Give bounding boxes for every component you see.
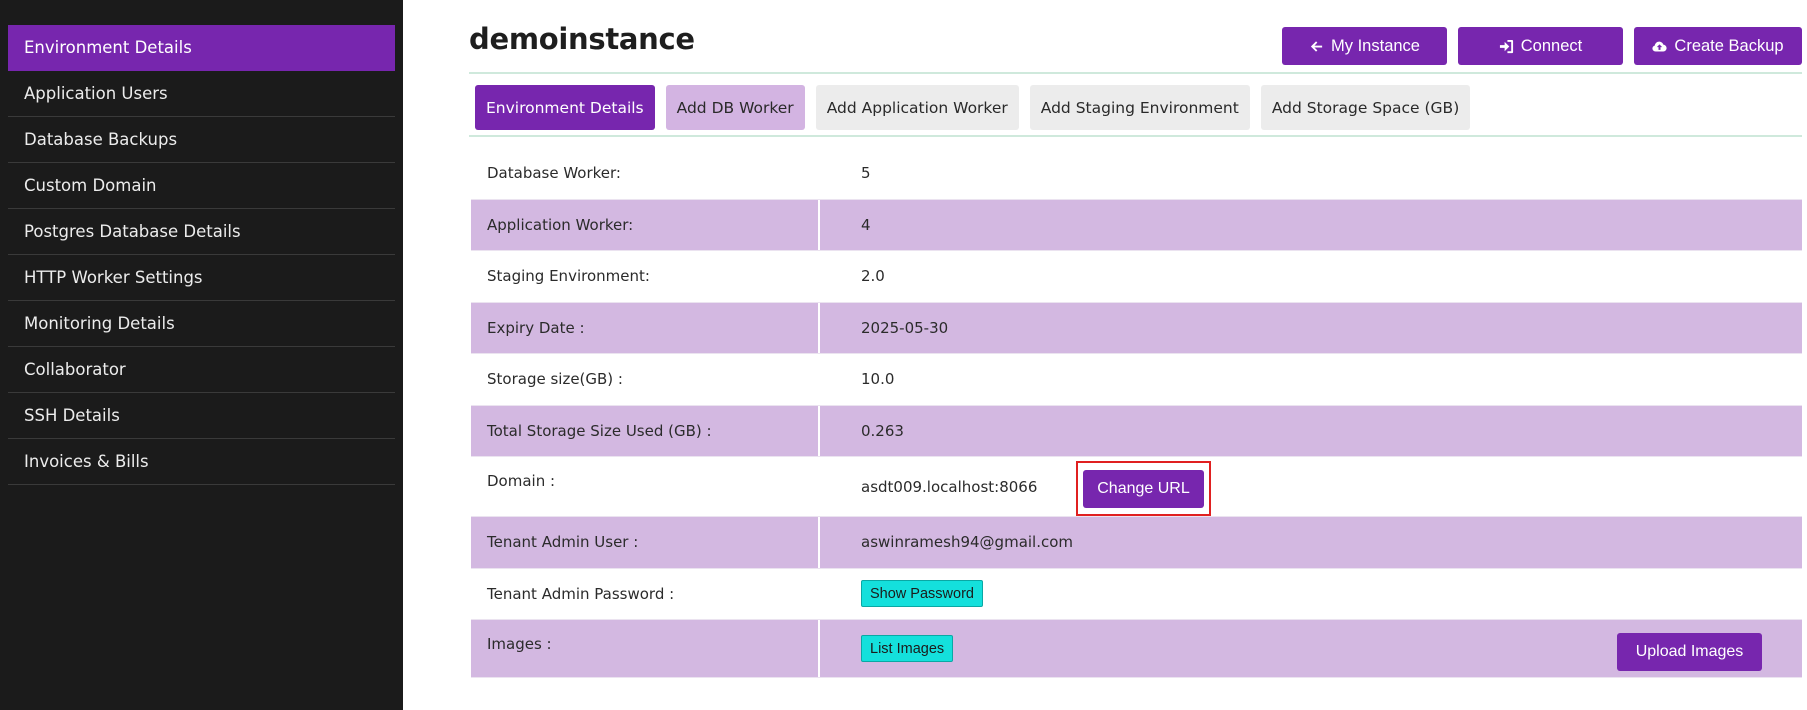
sidebar-item-collaborator[interactable]: Collaborator [8,347,395,393]
show-password-button[interactable]: Show Password [861,580,983,608]
database-worker-value: 5 [861,164,871,183]
table-row: Tenant Admin Password : Show Password [471,569,1802,620]
domain-cell: asdt009.localhost:8066 Change URL [820,457,1802,516]
tab-add-storage-space[interactable]: Add Storage Space (GB) [1260,85,1471,130]
table-row: Staging Environment: 2.0 [471,251,1802,303]
images-cell: List Images Upload Images [820,620,1802,677]
header-actions: My Instance Connect Create Backup [1282,27,1802,65]
database-worker-label: Database Worker: [487,164,621,183]
table-row: Database Worker: 5 [471,148,1802,200]
sidebar-item-invoices-bills[interactable]: Invoices & Bills [8,439,395,485]
sidebar-item-application-users[interactable]: Application Users [8,71,395,117]
application-worker-label: Application Worker: [471,199,820,250]
table-row: Total Storage Size Used (GB) : 0.263 [471,405,1802,457]
expiry-date-label: Expiry Date : [471,302,820,353]
sidebar-item-environment-details[interactable]: Environment Details [8,25,395,71]
create-backup-label: Create Backup [1674,36,1784,55]
table-row: Expiry Date : 2025-05-30 [471,302,1802,354]
tab-add-db-worker[interactable]: Add DB Worker [665,85,805,130]
environment-details-table: Database Worker: 5 Application Worker: 4… [471,148,1802,678]
table-row: Storage size(GB) : 10.0 [471,354,1802,406]
my-instance-label: My Instance [1331,36,1420,55]
storage-used-value: 0.263 [861,421,904,440]
tenant-admin-user-label: Tenant Admin User : [471,517,820,568]
expiry-date-value: 2025-05-30 [861,318,949,337]
tab-add-application-worker[interactable]: Add Application Worker [815,85,1019,130]
list-images-button[interactable]: List Images [861,635,954,662]
change-url-highlight: Change URL [1076,461,1211,516]
connect-button[interactable]: Connect [1458,27,1623,65]
application-worker-value: 4 [861,215,871,234]
sidebar-item-ssh-details[interactable]: SSH Details [8,393,395,439]
sidebar-item-http-worker-settings[interactable]: HTTP Worker Settings [8,255,395,301]
tab-add-staging-environment[interactable]: Add Staging Environment [1029,85,1250,130]
header-divider [469,72,1802,74]
connect-label: Connect [1520,36,1583,55]
sidebar: Environment Details Application Users Da… [0,0,403,710]
sidebar-item-database-backups[interactable]: Database Backups [8,117,395,163]
tenant-admin-password-label: Tenant Admin Password : [487,584,675,603]
staging-environment-label: Staging Environment: [487,267,650,286]
table-row: Domain : asdt009.localhost:8066 Change U… [471,457,1802,517]
storage-used-label: Total Storage Size Used (GB) : [471,405,820,456]
create-backup-button[interactable]: Create Backup [1634,27,1802,65]
sign-in-icon [1499,39,1513,53]
app-root: Environment Details Application Users Da… [0,0,1807,710]
tenant-admin-user-value: aswinramesh94@gmail.com [861,533,1074,552]
arrow-left-icon [1310,40,1323,52]
my-instance-button[interactable]: My Instance [1282,27,1447,65]
table-row: Images : List Images Upload Images [471,620,1802,678]
change-url-button[interactable]: Change URL [1083,469,1204,508]
tenant-admin-password-cell: Show Password [820,569,1802,620]
sidebar-item-custom-domain[interactable]: Custom Domain [8,163,395,209]
upload-images-button[interactable]: Upload Images [1617,633,1762,671]
storage-size-label: Storage size(GB) : [487,370,623,389]
cloud-upload-icon [1652,41,1668,51]
page-title: demoinstance [469,22,695,56]
storage-size-value: 10.0 [861,370,895,389]
sidebar-item-postgres-database-details[interactable]: Postgres Database Details [8,209,395,255]
tabs-divider [469,135,1802,137]
staging-environment-value: 2.0 [861,267,885,286]
domain-value: asdt009.localhost:8066 [861,477,1038,496]
table-row: Tenant Admin User : aswinramesh94@gmail.… [471,517,1802,569]
main-content: demoinstance My Instance Connect Create … [403,0,1807,710]
table-row: Application Worker: 4 [471,199,1802,251]
action-tabs: Environment Details Add DB Worker Add Ap… [475,85,1471,130]
domain-label: Domain : [487,472,556,490]
sidebar-item-monitoring-details[interactable]: Monitoring Details [8,301,395,347]
images-label: Images : [471,620,820,677]
tab-environment-details[interactable]: Environment Details [475,85,655,130]
